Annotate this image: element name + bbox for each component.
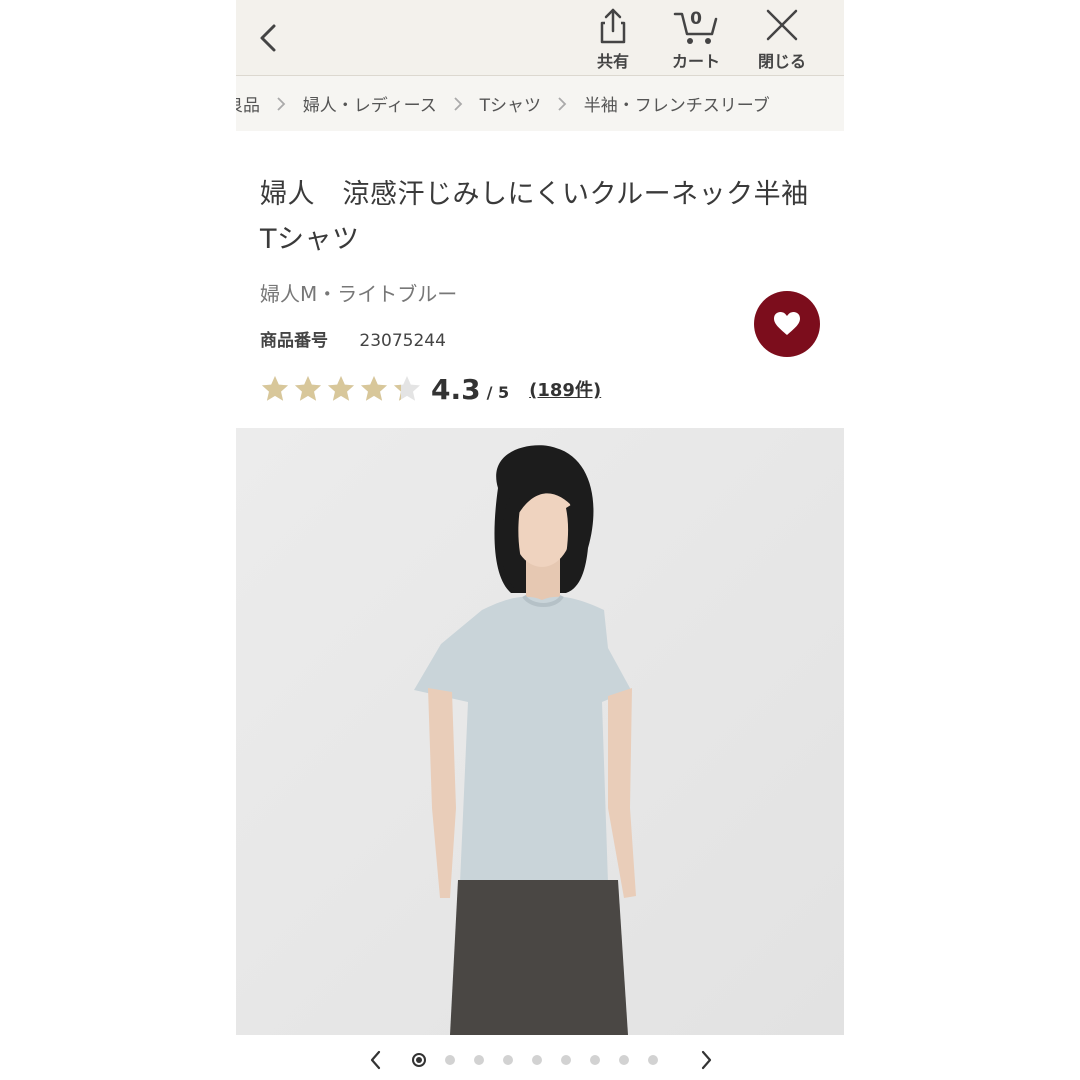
share-label: 共有 <box>596 52 629 71</box>
gallery-dot[interactable] <box>619 1055 629 1065</box>
product-variant: 婦人M・ライトブルー <box>260 282 458 306</box>
cart-count-badge: 0 <box>690 9 702 29</box>
gallery-dots <box>412 1053 677 1067</box>
breadcrumb-item[interactable]: Tシャツ <box>480 91 541 116</box>
favorite-button[interactable] <box>754 291 820 357</box>
chevron-right-icon <box>277 96 286 111</box>
breadcrumb-item[interactable]: 婦人・レディース <box>303 91 437 116</box>
product-code: 23075244 <box>359 331 446 351</box>
star-icon <box>394 376 420 401</box>
product-title: 婦人 涼感汗じみしにくいクルーネック半袖Tシャツ <box>260 179 809 255</box>
chevron-right-icon <box>558 96 567 111</box>
review-count-link[interactable]: (189件) <box>529 376 601 402</box>
gallery-dot[interactable] <box>474 1055 484 1065</box>
share-icon <box>600 8 626 44</box>
gallery-dot[interactable] <box>590 1055 600 1065</box>
star-icon <box>328 376 354 401</box>
rating-score: 4.3 <box>431 372 481 406</box>
breadcrumb-item[interactable]: 半袖・フレンチスリーブ <box>584 91 770 116</box>
gallery-dot[interactable] <box>503 1055 513 1065</box>
gallery-dot[interactable] <box>445 1055 455 1065</box>
breadcrumb-item[interactable]: 良品 <box>236 91 260 116</box>
heart-icon <box>774 312 800 335</box>
gallery-dot[interactable] <box>561 1055 571 1065</box>
gallery-pager <box>236 1040 844 1080</box>
star-icon <box>361 376 387 401</box>
star-icon <box>295 376 321 401</box>
chevron-left-icon <box>260 24 276 52</box>
share-button[interactable]: 共有 <box>581 6 645 72</box>
cart-button[interactable]: 0 カート <box>664 6 728 72</box>
rating-out-of: / 5 <box>486 382 510 402</box>
back-button[interactable] <box>250 18 286 58</box>
review-count: (189件) <box>529 380 602 401</box>
gallery-dot[interactable] <box>648 1055 658 1065</box>
close-button[interactable]: 閉じる <box>750 6 814 72</box>
rating: 4.3 / 5 (189件) <box>260 369 601 409</box>
chevron-right-icon[interactable] <box>694 1048 718 1072</box>
product-page: 共有 0 カート 閉じる 良品 婦人・レディース Tシャツ <box>236 0 844 1080</box>
product-code-label: 商品番号 <box>260 331 328 351</box>
cart-label: カート <box>671 52 720 71</box>
product-code-row: 商品番号 23075244 <box>260 326 446 351</box>
gallery-dot[interactable] <box>532 1055 542 1065</box>
gallery-dot-active[interactable] <box>412 1053 426 1067</box>
chevron-left-icon[interactable] <box>364 1048 388 1072</box>
product-image[interactable] <box>236 428 844 1035</box>
chevron-right-icon <box>454 96 463 111</box>
close-label: 閉じる <box>757 52 806 71</box>
star-icon <box>262 376 288 401</box>
breadcrumb: 良品 婦人・レディース Tシャツ 半袖・フレンチスリーブ <box>236 76 844 131</box>
top-bar: 共有 0 カート 閉じる <box>236 0 844 76</box>
model-photo <box>236 428 844 1035</box>
rating-stars <box>260 374 425 404</box>
close-icon <box>766 9 798 41</box>
